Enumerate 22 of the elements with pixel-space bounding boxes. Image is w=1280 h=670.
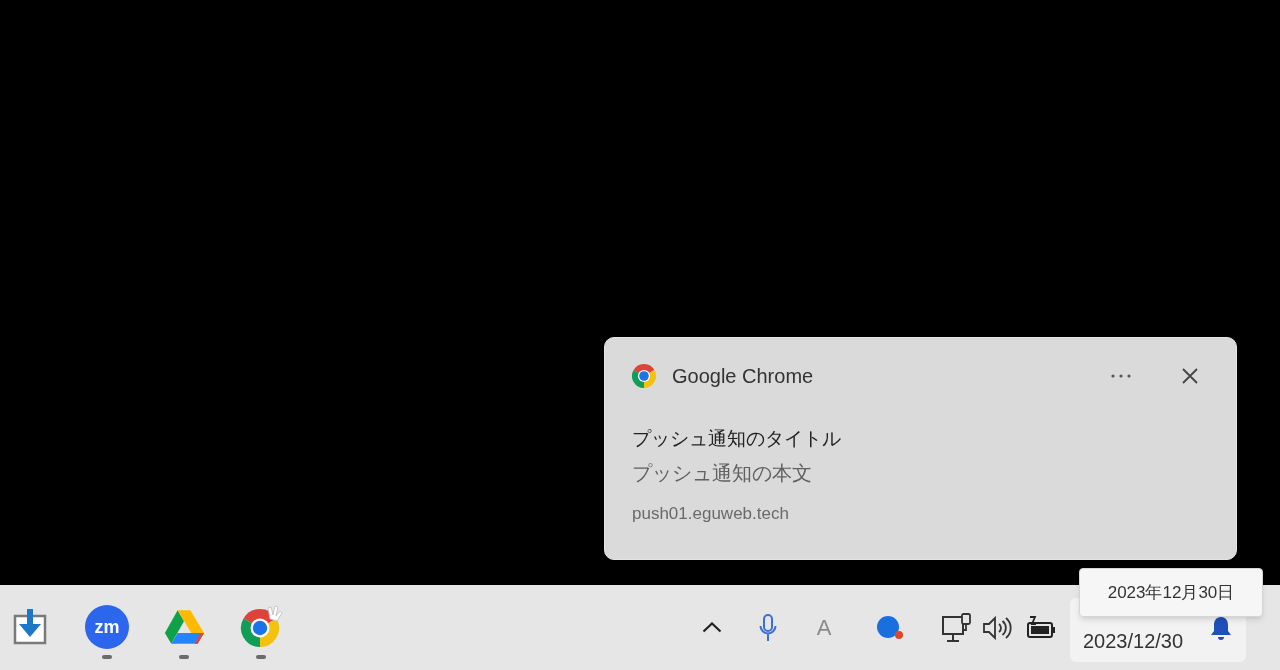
- monitor-icon: [942, 612, 972, 643]
- notification-card[interactable]: Google Chrome プッシュ通知のタイトル プッシュ通知の本文 push01.eguweb.tech: [604, 337, 1237, 560]
- date-tooltip: 2023年12月30日: [1079, 568, 1263, 617]
- notification-source: push01.eguweb.tech: [632, 503, 789, 525]
- close-icon: [1182, 368, 1198, 384]
- download-icon: [12, 609, 48, 645]
- notification-body: プッシュ通知の本文: [632, 461, 812, 486]
- meeting-app-button[interactable]: zm: [85, 605, 129, 649]
- app-name: Google Chrome: [672, 364, 814, 389]
- taskbar-app-button[interactable]: [239, 605, 283, 649]
- browser-icon: [239, 605, 283, 649]
- battery-icon: [1026, 615, 1056, 640]
- clock-date: 2023/12/30: [1083, 629, 1184, 653]
- bell-icon: [1210, 616, 1232, 640]
- more-icon: [1111, 374, 1131, 378]
- speaker-icon: [982, 615, 1012, 640]
- chevron-up-icon: [702, 622, 722, 633]
- triangle-logo-icon: [164, 609, 204, 645]
- app-logo-icon: [632, 364, 656, 388]
- notification-title: プッシュ通知のタイトル: [632, 427, 841, 451]
- circle-badge-icon: [876, 614, 904, 641]
- microphone-icon: [759, 613, 777, 642]
